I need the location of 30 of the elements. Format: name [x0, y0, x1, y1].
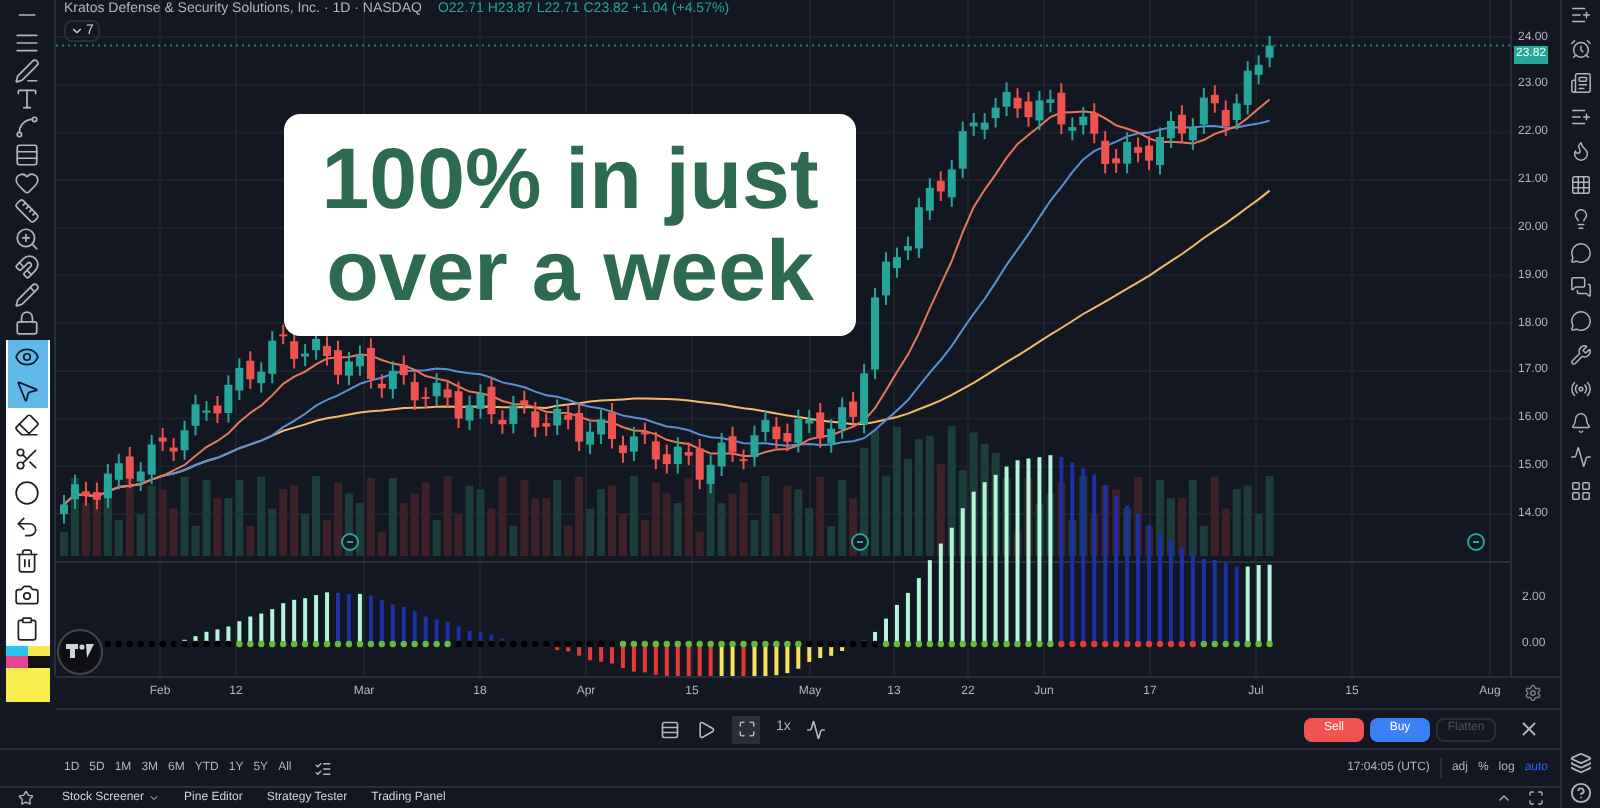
- comment-icon[interactable]: [1570, 310, 1592, 332]
- caption-text: over a week: [326, 225, 814, 317]
- layers-icon[interactable]: [1570, 752, 1592, 774]
- maximize-icon[interactable]: [1528, 790, 1544, 806]
- alarm-icon[interactable]: [1570, 38, 1592, 60]
- watchlist-icon[interactable]: [1570, 4, 1592, 26]
- close-icon[interactable]: [1518, 718, 1540, 740]
- help-icon[interactable]: [1570, 782, 1592, 804]
- lightbulb-icon[interactable]: [1570, 208, 1592, 230]
- collapse-icon[interactable]: [1496, 790, 1512, 806]
- caption-text: 100% in just: [321, 133, 819, 225]
- eye-icon[interactable]: [7, 340, 47, 374]
- earnings-marker-icon[interactable]: [851, 533, 869, 551]
- settings-icon[interactable]: [1524, 684, 1542, 702]
- list-icon[interactable]: [1570, 106, 1592, 128]
- play-icon[interactable]: [696, 719, 716, 739]
- chart-icon[interactable]: [1570, 446, 1592, 468]
- news-icon[interactable]: [1570, 72, 1592, 94]
- logo-icon: [57, 629, 103, 675]
- chevron-icon: [70, 24, 84, 38]
- star-icon[interactable]: [18, 790, 34, 806]
- messages-icon[interactable]: [1570, 276, 1592, 298]
- earnings-marker-icon[interactable]: [341, 533, 359, 551]
- apps-icon[interactable]: [1570, 480, 1592, 502]
- broadcast-icon[interactable]: [1570, 378, 1592, 400]
- earnings-marker-icon[interactable]: [1467, 533, 1485, 551]
- color-swatches-drawing: [5, 646, 49, 702]
- bell-icon[interactable]: [1570, 412, 1592, 434]
- flame-icon[interactable]: [1570, 140, 1592, 162]
- chat-icon[interactable]: [1570, 242, 1592, 264]
